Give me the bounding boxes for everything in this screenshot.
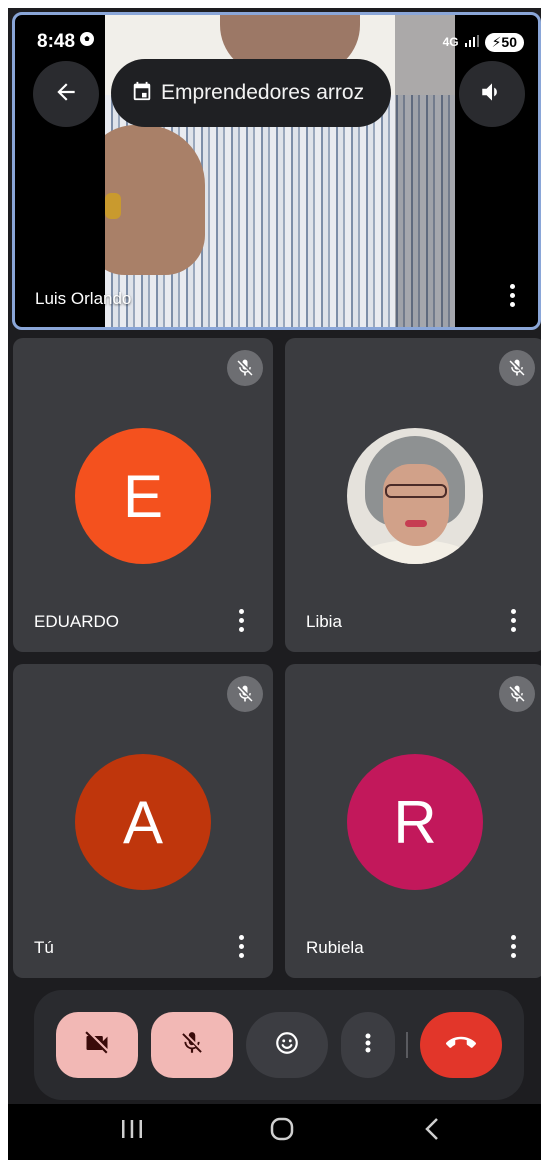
featured-participant-tile[interactable]: 8:48 4G ⚡50 Emprendedores arroz Luis Orl…	[12, 12, 541, 330]
mic-toggle-button[interactable]	[151, 1012, 233, 1078]
meet-call-screen: 8:48 4G ⚡50 Emprendedores arroz Luis Orl…	[8, 8, 541, 1160]
status-bar: 8:48 4G ⚡50	[37, 29, 524, 55]
more-options-button[interactable]	[231, 606, 251, 634]
avatar-photo	[347, 428, 483, 564]
participant-name: Rubiela	[306, 938, 364, 957]
soccer-ball-icon	[79, 31, 95, 53]
featured-more-options-button[interactable]	[502, 281, 522, 309]
meeting-title-chip[interactable]: Emprendedores arroz	[111, 59, 391, 127]
participant-tile[interactable]: A Tú	[13, 664, 273, 978]
system-back-button[interactable]	[418, 1116, 446, 1146]
more-options-button[interactable]	[231, 932, 251, 960]
meeting-title: Emprendedores arroz	[161, 81, 365, 104]
more-options-button[interactable]	[503, 606, 523, 634]
recents-icon	[120, 1118, 144, 1145]
home-button[interactable]	[266, 1116, 298, 1146]
camera-toggle-button[interactable]	[56, 1012, 138, 1078]
phone-hangup-icon	[445, 1028, 476, 1063]
more-options-button[interactable]	[341, 1012, 395, 1078]
call-controls-bar	[34, 990, 524, 1100]
featured-participant-name: Luis Orlando	[35, 289, 132, 308]
camera-off-icon	[83, 1029, 111, 1062]
recents-button[interactable]	[118, 1116, 146, 1146]
participant-tile[interactable]: Libia	[285, 338, 541, 652]
participant-name: EDUARDO	[34, 612, 120, 631]
participant-tile[interactable]: R Rubiela	[285, 664, 541, 978]
battery-badge: ⚡50	[484, 32, 524, 52]
audio-output-button[interactable]	[459, 61, 525, 127]
mic-off-icon	[499, 676, 535, 712]
signal-icon	[464, 34, 479, 50]
status-time: 8:48	[37, 31, 76, 52]
mic-off-icon	[227, 676, 263, 712]
emoji-icon	[274, 1030, 300, 1061]
mic-off-icon	[179, 1030, 205, 1061]
avatar: A	[75, 754, 211, 890]
participant-tile[interactable]: E EDUARDO	[13, 338, 273, 652]
participant-name: Tú	[34, 938, 54, 957]
arrow-left-icon	[53, 79, 79, 110]
avatar: R	[347, 754, 483, 890]
mic-off-icon	[499, 350, 535, 386]
reactions-button[interactable]	[246, 1012, 328, 1078]
calendar-icon	[131, 80, 153, 107]
more-options-button[interactable]	[503, 932, 523, 960]
more-vert-icon	[364, 1031, 372, 1060]
divider	[406, 1032, 408, 1058]
leave-call-button[interactable]	[420, 1012, 502, 1078]
system-nav-bar	[8, 1104, 541, 1160]
home-icon	[269, 1116, 295, 1147]
chevron-left-icon	[423, 1116, 441, 1147]
speaker-icon	[479, 79, 505, 110]
network-type: 4G	[442, 35, 459, 49]
participant-name: Libia	[306, 612, 342, 631]
mic-off-icon	[227, 350, 263, 386]
avatar: E	[75, 428, 211, 564]
back-button[interactable]	[33, 61, 99, 127]
